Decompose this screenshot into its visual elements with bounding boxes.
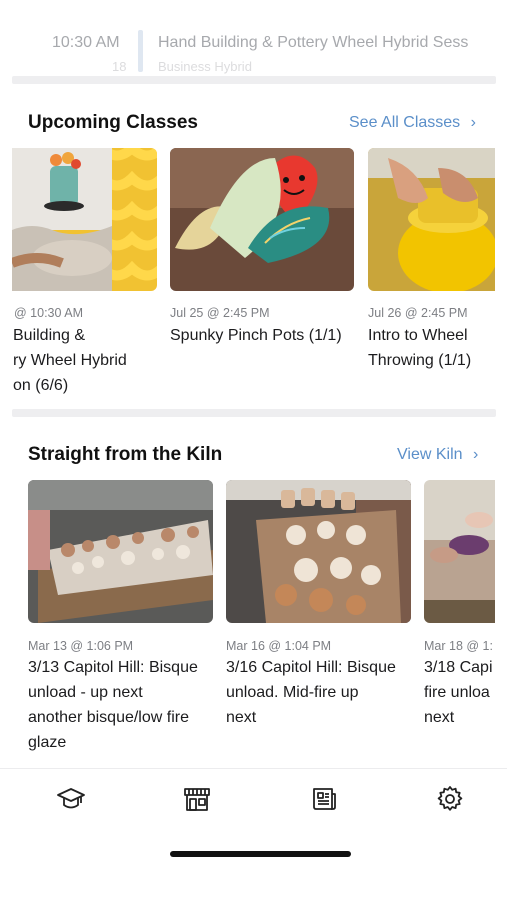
chevron-right-icon: › (472, 446, 479, 463)
class-card-title[interactable]: Intro to Wheel Throwing (1/1) (368, 323, 507, 373)
upcoming-classes-heading: Upcoming Classes (28, 112, 198, 133)
class-card-date: Jul 26 @ 2:45 PM (368, 306, 468, 320)
kiln-title-line: fire unloa (424, 684, 490, 701)
kiln-title-line: 3/13 Capitol Hill: Bisque (28, 659, 198, 676)
view-kiln-label: View Kiln (397, 446, 463, 463)
kiln-title-line: next (424, 709, 455, 726)
class-title-line: Intro to Wheel (368, 327, 468, 344)
kiln-title-line: glaze (28, 734, 67, 751)
class-title-line: Building & (13, 327, 86, 344)
kiln-card-title[interactable]: 3/18 Capi fire unloa next (424, 655, 507, 730)
see-all-classes-link[interactable]: See All Classes › (349, 114, 476, 132)
kiln-card-image[interactable] (424, 480, 495, 623)
kiln-card-image[interactable] (28, 480, 213, 623)
class-card-image[interactable] (12, 148, 157, 291)
class-card-title[interactable]: Building & ry Wheel Hybrid on (6/6) (13, 323, 161, 398)
gear-icon[interactable] (434, 783, 466, 815)
class-card-date: @ 10:30 AM (14, 306, 83, 320)
kiln-card-date: Mar 18 @ 1: (424, 639, 493, 653)
section-divider (12, 76, 496, 84)
class-title-line: Throwing (1/1) (368, 352, 472, 369)
kiln-title-line: unload. Mid-fire up (226, 684, 359, 701)
event-ghost-subtitle: Business Hybrid (158, 59, 252, 74)
section-divider (12, 409, 496, 417)
class-card-image[interactable] (368, 148, 495, 291)
event-title: Hand Building & Pottery Wheel Hybrid Ses… (158, 34, 469, 51)
class-card-date: Jul 25 @ 2:45 PM (170, 306, 270, 320)
kiln-title-line: 3/16 Capitol Hill: Bisque (226, 659, 396, 676)
storefront-icon[interactable] (181, 783, 213, 815)
kiln-heading: Straight from the Kiln (28, 444, 223, 465)
kiln-card-date: Mar 13 @ 1:06 PM (28, 639, 134, 653)
see-all-classes-label: See All Classes (349, 114, 461, 131)
kiln-card-date: Mar 16 @ 1:04 PM (226, 639, 332, 653)
kiln-card-image[interactable] (226, 480, 411, 623)
view-kiln-link[interactable]: View Kiln › (397, 446, 478, 464)
class-title-line: ry Wheel Hybrid (13, 352, 127, 369)
chevron-right-icon: › (470, 114, 476, 131)
graduation-cap-icon[interactable] (55, 783, 87, 815)
event-ghost-text: 18 (112, 59, 127, 74)
kiln-title-line: unload - up next (28, 684, 143, 701)
kiln-card-title[interactable]: 3/16 Capitol Hill: Bisque unload. Mid-fi… (226, 655, 416, 730)
newspaper-icon[interactable] (308, 783, 340, 815)
current-event-banner[interactable]: 10:30 AM Hand Building & Pottery Wheel H… (0, 0, 507, 80)
kiln-title-line: another bisque/low fire (28, 709, 189, 726)
home-indicator[interactable] (170, 851, 351, 857)
kiln-card-title[interactable]: 3/13 Capitol Hill: Bisque unload - up ne… (28, 655, 223, 755)
class-card-title[interactable]: Spunky Pinch Pots (1/1) (170, 323, 356, 348)
kiln-title-line: 3/18 Capi (424, 659, 493, 676)
class-card-image[interactable] (170, 148, 354, 291)
kiln-title-line: next (226, 709, 257, 726)
event-accent-bar (138, 30, 143, 72)
event-time: 10:30 AM (52, 34, 120, 51)
class-title-line: Spunky Pinch Pots (1/1) (170, 327, 342, 344)
class-title-line: on (6/6) (13, 377, 69, 394)
